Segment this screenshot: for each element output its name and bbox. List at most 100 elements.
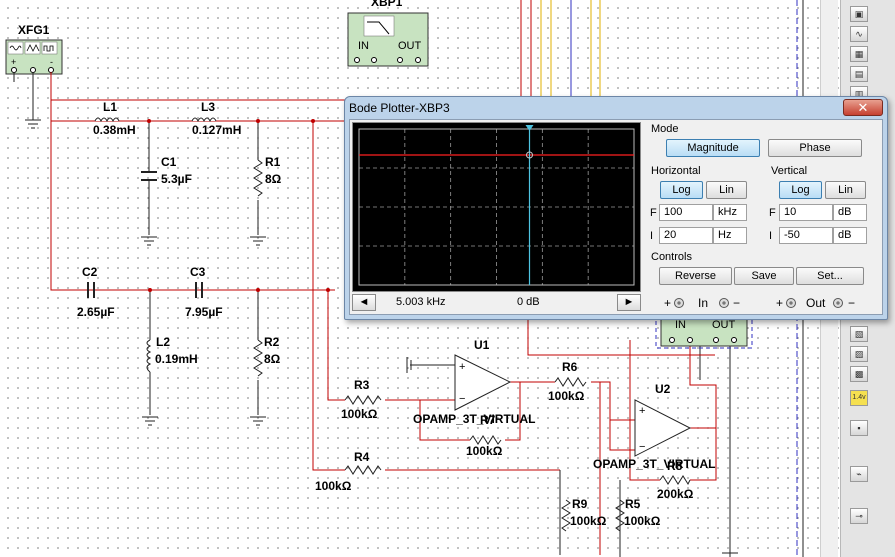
l2-name: L2 bbox=[156, 335, 170, 349]
in-minus-sign: − bbox=[733, 296, 741, 310]
opamp-u2[interactable]: + − U2 OPAMP_3T_VIRTUAL bbox=[593, 382, 715, 471]
r5-value: 100kΩ bbox=[624, 514, 661, 528]
h-final-unit-field[interactable]: kHz bbox=[713, 204, 747, 221]
logic-analyzer-icon[interactable]: ▧ bbox=[850, 326, 868, 342]
mode-label: Mode bbox=[651, 123, 679, 135]
resistor-r5[interactable]: R5 100kΩ bbox=[615, 497, 661, 532]
svg-text:+: + bbox=[639, 405, 645, 417]
r2-value: 8Ω bbox=[264, 352, 281, 366]
iv-analyzer-icon[interactable]: ▩ bbox=[850, 366, 868, 382]
c1-value: 5.3µF bbox=[161, 172, 192, 186]
c3-value: 7.95µF bbox=[185, 305, 223, 319]
r5-name: R5 bbox=[625, 497, 641, 511]
l3-value: 0.127mH bbox=[192, 123, 241, 137]
multimeter-icon[interactable]: ▣ bbox=[850, 6, 868, 22]
r1-value: 8Ω bbox=[265, 172, 282, 186]
bode-plotter-xbp1[interactable]: XBP1 IN OUT bbox=[347, 0, 429, 67]
in-plus-terminal[interactable] bbox=[674, 298, 684, 308]
save-button[interactable]: Save bbox=[734, 267, 794, 285]
vertical-label: Vertical bbox=[771, 165, 808, 177]
magnitude-button[interactable]: Magnitude bbox=[666, 139, 760, 157]
bode-plotter-window[interactable]: Bode Plotter-XBP3 ✕ ◄ 5.003 kHz 0 dB ► M… bbox=[344, 96, 888, 320]
capacitor-c2[interactable]: C2 2.65µF bbox=[77, 265, 115, 319]
h-initial-unit-field[interactable]: Hz bbox=[713, 227, 747, 244]
reverse-button[interactable]: Reverse bbox=[659, 267, 732, 285]
inductor-l3[interactable]: L3 0.127mH bbox=[191, 100, 241, 137]
r4-name: R4 bbox=[354, 450, 370, 464]
r6-name: R6 bbox=[562, 360, 578, 374]
svg-text:+: + bbox=[459, 361, 465, 373]
v-final-label: F bbox=[769, 207, 776, 219]
xfg1-plus: + bbox=[11, 57, 16, 67]
c3-name: C3 bbox=[190, 265, 206, 279]
cursor-readout-bar: ◄ 5.003 kHz 0 dB ► bbox=[352, 294, 641, 312]
out-plus-terminal[interactable] bbox=[786, 298, 796, 308]
c2-value: 2.65µF bbox=[77, 305, 115, 319]
close-button[interactable]: ✕ bbox=[843, 99, 883, 116]
l1-name: L1 bbox=[103, 100, 117, 114]
bode-window-title: Bode Plotter-XBP3 bbox=[349, 101, 450, 115]
bode-plot-svg[interactable] bbox=[353, 123, 640, 291]
l1-value: 0.38mH bbox=[93, 123, 136, 137]
function-generator-icon[interactable]: ∿ bbox=[850, 26, 868, 42]
bode-display[interactable] bbox=[352, 122, 641, 292]
inductor-l2[interactable]: L2 0.19mH bbox=[146, 335, 198, 373]
r9-name: R9 bbox=[572, 497, 588, 511]
l3-name: L3 bbox=[201, 100, 215, 114]
bode-plotter-xbp3-instrument[interactable]: IN OUT bbox=[655, 315, 753, 349]
resistor-r4[interactable]: R4 100kΩ bbox=[315, 450, 382, 493]
measurement-probe-icon[interactable]: ⊸ bbox=[850, 508, 868, 524]
xbp1-out: OUT bbox=[398, 40, 422, 52]
horizontal-lin-button[interactable]: Lin bbox=[706, 181, 747, 199]
v-initial-unit-field[interactable]: dB bbox=[833, 227, 867, 244]
out-plus-sign: + bbox=[776, 296, 784, 310]
oscilloscope-icon[interactable]: ▤ bbox=[850, 66, 868, 82]
inductor-l1[interactable]: L1 0.38mH bbox=[93, 100, 136, 137]
cursor-right-button[interactable]: ► bbox=[617, 294, 641, 311]
in-minus-terminal[interactable] bbox=[719, 298, 729, 308]
l2-value: 0.19mH bbox=[155, 352, 198, 366]
svg-text:−: − bbox=[459, 393, 465, 405]
cursor-gain-readout: 0 dB bbox=[517, 296, 540, 308]
current-probe-icon[interactable]: ⌁ bbox=[850, 466, 868, 482]
in-label: In bbox=[698, 296, 709, 310]
out-minus-terminal[interactable] bbox=[833, 298, 843, 308]
cursor-handle bbox=[525, 125, 534, 131]
xbp3-in: IN bbox=[675, 319, 686, 331]
r4-value: 100kΩ bbox=[315, 479, 352, 493]
function-generator-xfg1[interactable]: XFG1 + - bbox=[5, 23, 63, 75]
xbp1-in: IN bbox=[358, 40, 369, 52]
out-label: Out bbox=[806, 296, 826, 310]
probe-icon[interactable]: ▪ bbox=[850, 420, 868, 436]
horizontal-log-button[interactable]: Log bbox=[660, 181, 703, 199]
u1-value: OPAMP_3T_VIRTUAL bbox=[413, 412, 535, 426]
resistor-r2[interactable]: R2 8Ω bbox=[253, 335, 281, 377]
version-badge-icon[interactable]: 1.4v bbox=[850, 390, 868, 406]
r8-value: 200kΩ bbox=[657, 487, 694, 501]
cursor-frequency-readout: 5.003 kHz bbox=[396, 296, 446, 308]
phase-button[interactable]: Phase bbox=[768, 139, 862, 157]
xfg1-minus: - bbox=[50, 57, 53, 67]
v-final-value-field[interactable]: 10 bbox=[779, 204, 833, 221]
wattmeter-icon[interactable]: ▦ bbox=[850, 46, 868, 62]
h-initial-value-field[interactable]: 20 bbox=[659, 227, 713, 244]
logic-converter-icon[interactable]: ▨ bbox=[850, 346, 868, 362]
resistor-r1[interactable]: R1 8Ω bbox=[253, 155, 282, 197]
u2-name: U2 bbox=[655, 382, 671, 396]
c2-name: C2 bbox=[82, 265, 98, 279]
u2-value: OPAMP_3T_VIRTUAL bbox=[593, 457, 715, 471]
h-final-value-field[interactable]: 100 bbox=[659, 204, 713, 221]
vertical-log-button[interactable]: Log bbox=[779, 181, 822, 199]
svg-text:−: − bbox=[639, 441, 645, 453]
resistor-r3[interactable]: R3 100kΩ bbox=[341, 378, 382, 421]
vertical-lin-button[interactable]: Lin bbox=[825, 181, 866, 199]
controls-label: Controls bbox=[651, 251, 692, 263]
cursor-left-button[interactable]: ◄ bbox=[352, 294, 376, 311]
v-final-unit-field[interactable]: dB bbox=[833, 204, 867, 221]
v-initial-value-field[interactable]: -50 bbox=[779, 227, 833, 244]
capacitor-c3[interactable]: C3 7.95µF bbox=[185, 265, 223, 319]
horizontal-label: Horizontal bbox=[651, 165, 701, 177]
c1-name: C1 bbox=[161, 155, 177, 169]
set-button[interactable]: Set... bbox=[796, 267, 864, 285]
in-plus-sign: + bbox=[664, 296, 672, 310]
